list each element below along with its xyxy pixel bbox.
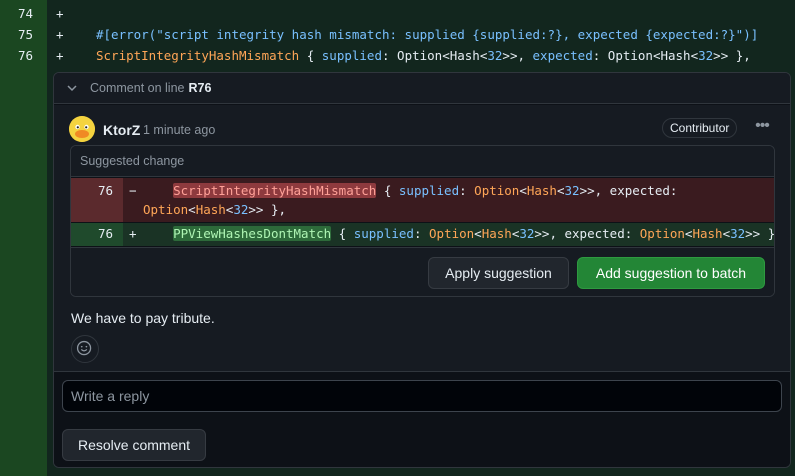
code-token: #[error("script integrity hash mismatch:… <box>96 27 759 42</box>
code-token: >>, <box>502 48 533 63</box>
suggested-change: Suggested change 76 − ScriptIntegrityHas… <box>70 145 775 297</box>
code-token: { <box>376 183 399 198</box>
code-token: Option <box>143 202 189 217</box>
diff-line: 75 + #[error("script integrity hash mismat… <box>0 24 795 45</box>
comment: KtorZ 1 minute ago Contributor ••• Sugge… <box>54 105 790 371</box>
comment-body: We have to pay tribute. <box>71 310 215 326</box>
add-reaction-button[interactable] <box>71 335 99 363</box>
code-token: { <box>299 48 322 63</box>
deleted-line-code-wrap: Option<Hash<32>> }, <box>143 201 286 219</box>
deleted-line-sign: − <box>129 183 137 198</box>
code-token: Option <box>639 226 685 241</box>
suggestion-actions: Apply suggestion Add suggestion to batch <box>71 247 774 296</box>
review-thread: Comment on line R76 KtorZ 1 minute ago C… <box>53 72 791 468</box>
thread-header[interactable]: Comment on line R76 <box>54 73 790 104</box>
diff-line-sign: + <box>56 48 64 63</box>
code-token: expected <box>532 48 593 63</box>
apply-suggestion-button[interactable]: Apply suggestion <box>428 257 569 289</box>
comment-author[interactable]: KtorZ <box>103 122 140 138</box>
thread-header-line: R76 <box>188 81 212 95</box>
code-token: Hash <box>692 226 723 241</box>
code-token: < <box>556 183 565 198</box>
added-line-number: 76 <box>97 226 113 241</box>
diff-line-sign: + <box>56 6 64 21</box>
code-token: { <box>331 226 354 241</box>
diff-line-sign: + <box>56 27 64 42</box>
more-options-icon[interactable]: ••• <box>752 118 772 138</box>
code-token: : <box>459 183 475 198</box>
code-token: >> }, <box>248 202 287 217</box>
suggested-change-title: Suggested change <box>71 146 774 177</box>
code-token: supplied <box>398 183 460 198</box>
suggestion-added-line: 76 + PPViewHashesDontMatch { supplied: O… <box>71 223 774 246</box>
reply-input[interactable] <box>62 380 782 412</box>
code-token: >>, expected: <box>579 183 678 198</box>
code-token: 32 <box>233 202 249 217</box>
chevron-down-icon[interactable] <box>66 82 78 94</box>
reply-area: Resolve comment <box>54 371 790 467</box>
code-token: Hash <box>526 183 557 198</box>
diff-line-code: ScriptIntegrityHashMismatch { supplied: … <box>96 45 751 66</box>
duck-avatar-icon <box>69 116 95 142</box>
code-token: 32 <box>698 48 714 63</box>
code-token: Option <box>429 226 475 241</box>
code-token: >> }, <box>713 48 751 63</box>
diff-line-number[interactable]: 75 <box>0 24 33 45</box>
comment-timestamp[interactable]: 1 minute ago <box>143 123 215 137</box>
contributor-badge: Contributor <box>662 118 738 138</box>
added-line-code: PPViewHashesDontMatch { supplied: Option… <box>143 225 775 243</box>
deleted-line-number: 76 <box>97 183 113 198</box>
suggestion-deleted-line: 76 − ScriptIntegrityHashMismatch { suppl… <box>71 178 774 222</box>
avatar[interactable] <box>69 116 95 142</box>
added-line-sign: + <box>129 226 137 241</box>
diff-line-number[interactable]: 76 <box>0 45 33 66</box>
code-token: >> }, <box>745 226 775 241</box>
code-token: < <box>519 183 527 198</box>
deleted-line-code: ScriptIntegrityHashMismatch { supplied: … <box>143 182 677 200</box>
code-token: : Option<Hash< <box>382 48 488 63</box>
diff-line-number[interactable]: 74 <box>0 3 33 24</box>
code-token: < <box>474 226 482 241</box>
code-token: < <box>722 226 731 241</box>
code-token: PPViewHashesDontMatch <box>173 226 332 241</box>
code-token: 32 <box>730 226 746 241</box>
resolve-comment-button[interactable]: Resolve comment <box>62 429 206 461</box>
diff-line: 76 + ScriptIntegrityHashMismatch { supplie… <box>0 45 795 66</box>
add-to-batch-button[interactable]: Add suggestion to batch <box>577 257 765 289</box>
code-token: Hash <box>195 202 226 217</box>
diff-gutter <box>0 0 47 476</box>
diff-line-code: #[error("script integrity hash mismatch:… <box>96 24 758 45</box>
code-token: ScriptIntegrityHashMismatch <box>96 48 300 63</box>
smiley-icon <box>76 340 92 356</box>
code-token: Option <box>474 183 520 198</box>
code-token: < <box>188 202 196 217</box>
code-token: 32 <box>519 226 535 241</box>
code-token: >>, expected: <box>534 226 640 241</box>
code-token: supplied <box>321 48 382 63</box>
code-token: supplied <box>353 226 414 241</box>
code-token: ScriptIntegrityHashMismatch <box>173 183 377 198</box>
thread-header-label: Comment on line <box>90 81 185 95</box>
code-token: Hash <box>481 226 512 241</box>
diff-line: 74 + <box>0 3 795 24</box>
code-token: 32 <box>487 48 503 63</box>
code-token: 32 <box>564 183 580 198</box>
code-token: : <box>413 226 430 241</box>
code-token: : Option<Hash< <box>592 48 699 63</box>
